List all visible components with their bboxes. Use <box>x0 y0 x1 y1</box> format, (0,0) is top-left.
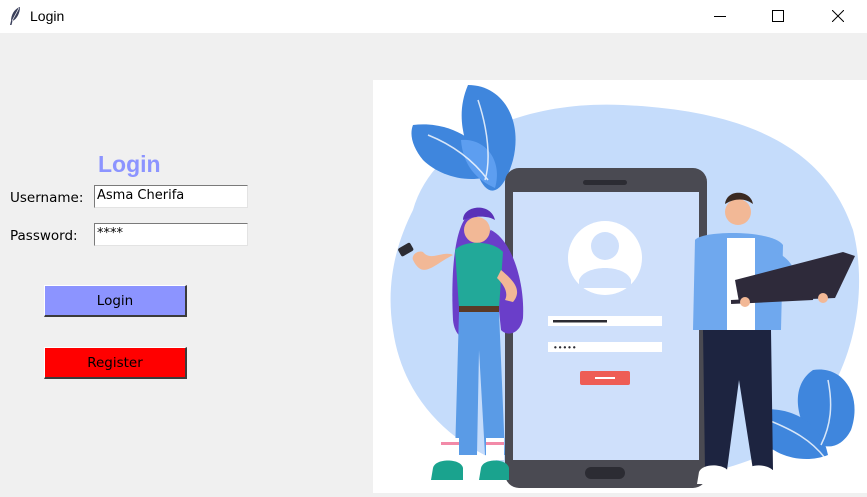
register-button-label: Register <box>87 354 143 371</box>
username-label: Username: <box>10 190 84 206</box>
minimize-button[interactable] <box>698 0 744 33</box>
title-bar: Login <box>0 0 867 33</box>
login-illustration-art: ••••• <box>390 85 860 488</box>
close-button[interactable] <box>816 0 862 33</box>
feather-icon <box>10 7 20 25</box>
login-button[interactable]: Login <box>44 285 187 317</box>
minimize-icon <box>714 16 726 17</box>
close-icon <box>832 10 844 22</box>
username-field[interactable]: Asma Cherifa <box>94 185 248 208</box>
phone-password-mask: ••••• <box>553 344 577 353</box>
maximize-button[interactable] <box>756 0 802 33</box>
login-illustration: ••••• <box>373 80 867 493</box>
window-title: Login <box>30 8 65 24</box>
login-heading: Login <box>98 151 161 177</box>
login-button-label: Login <box>96 292 134 309</box>
maximize-icon <box>772 10 784 22</box>
register-button[interactable]: Register <box>44 347 187 379</box>
password-label: Password: <box>10 228 78 244</box>
password-field[interactable]: **** <box>94 223 248 246</box>
